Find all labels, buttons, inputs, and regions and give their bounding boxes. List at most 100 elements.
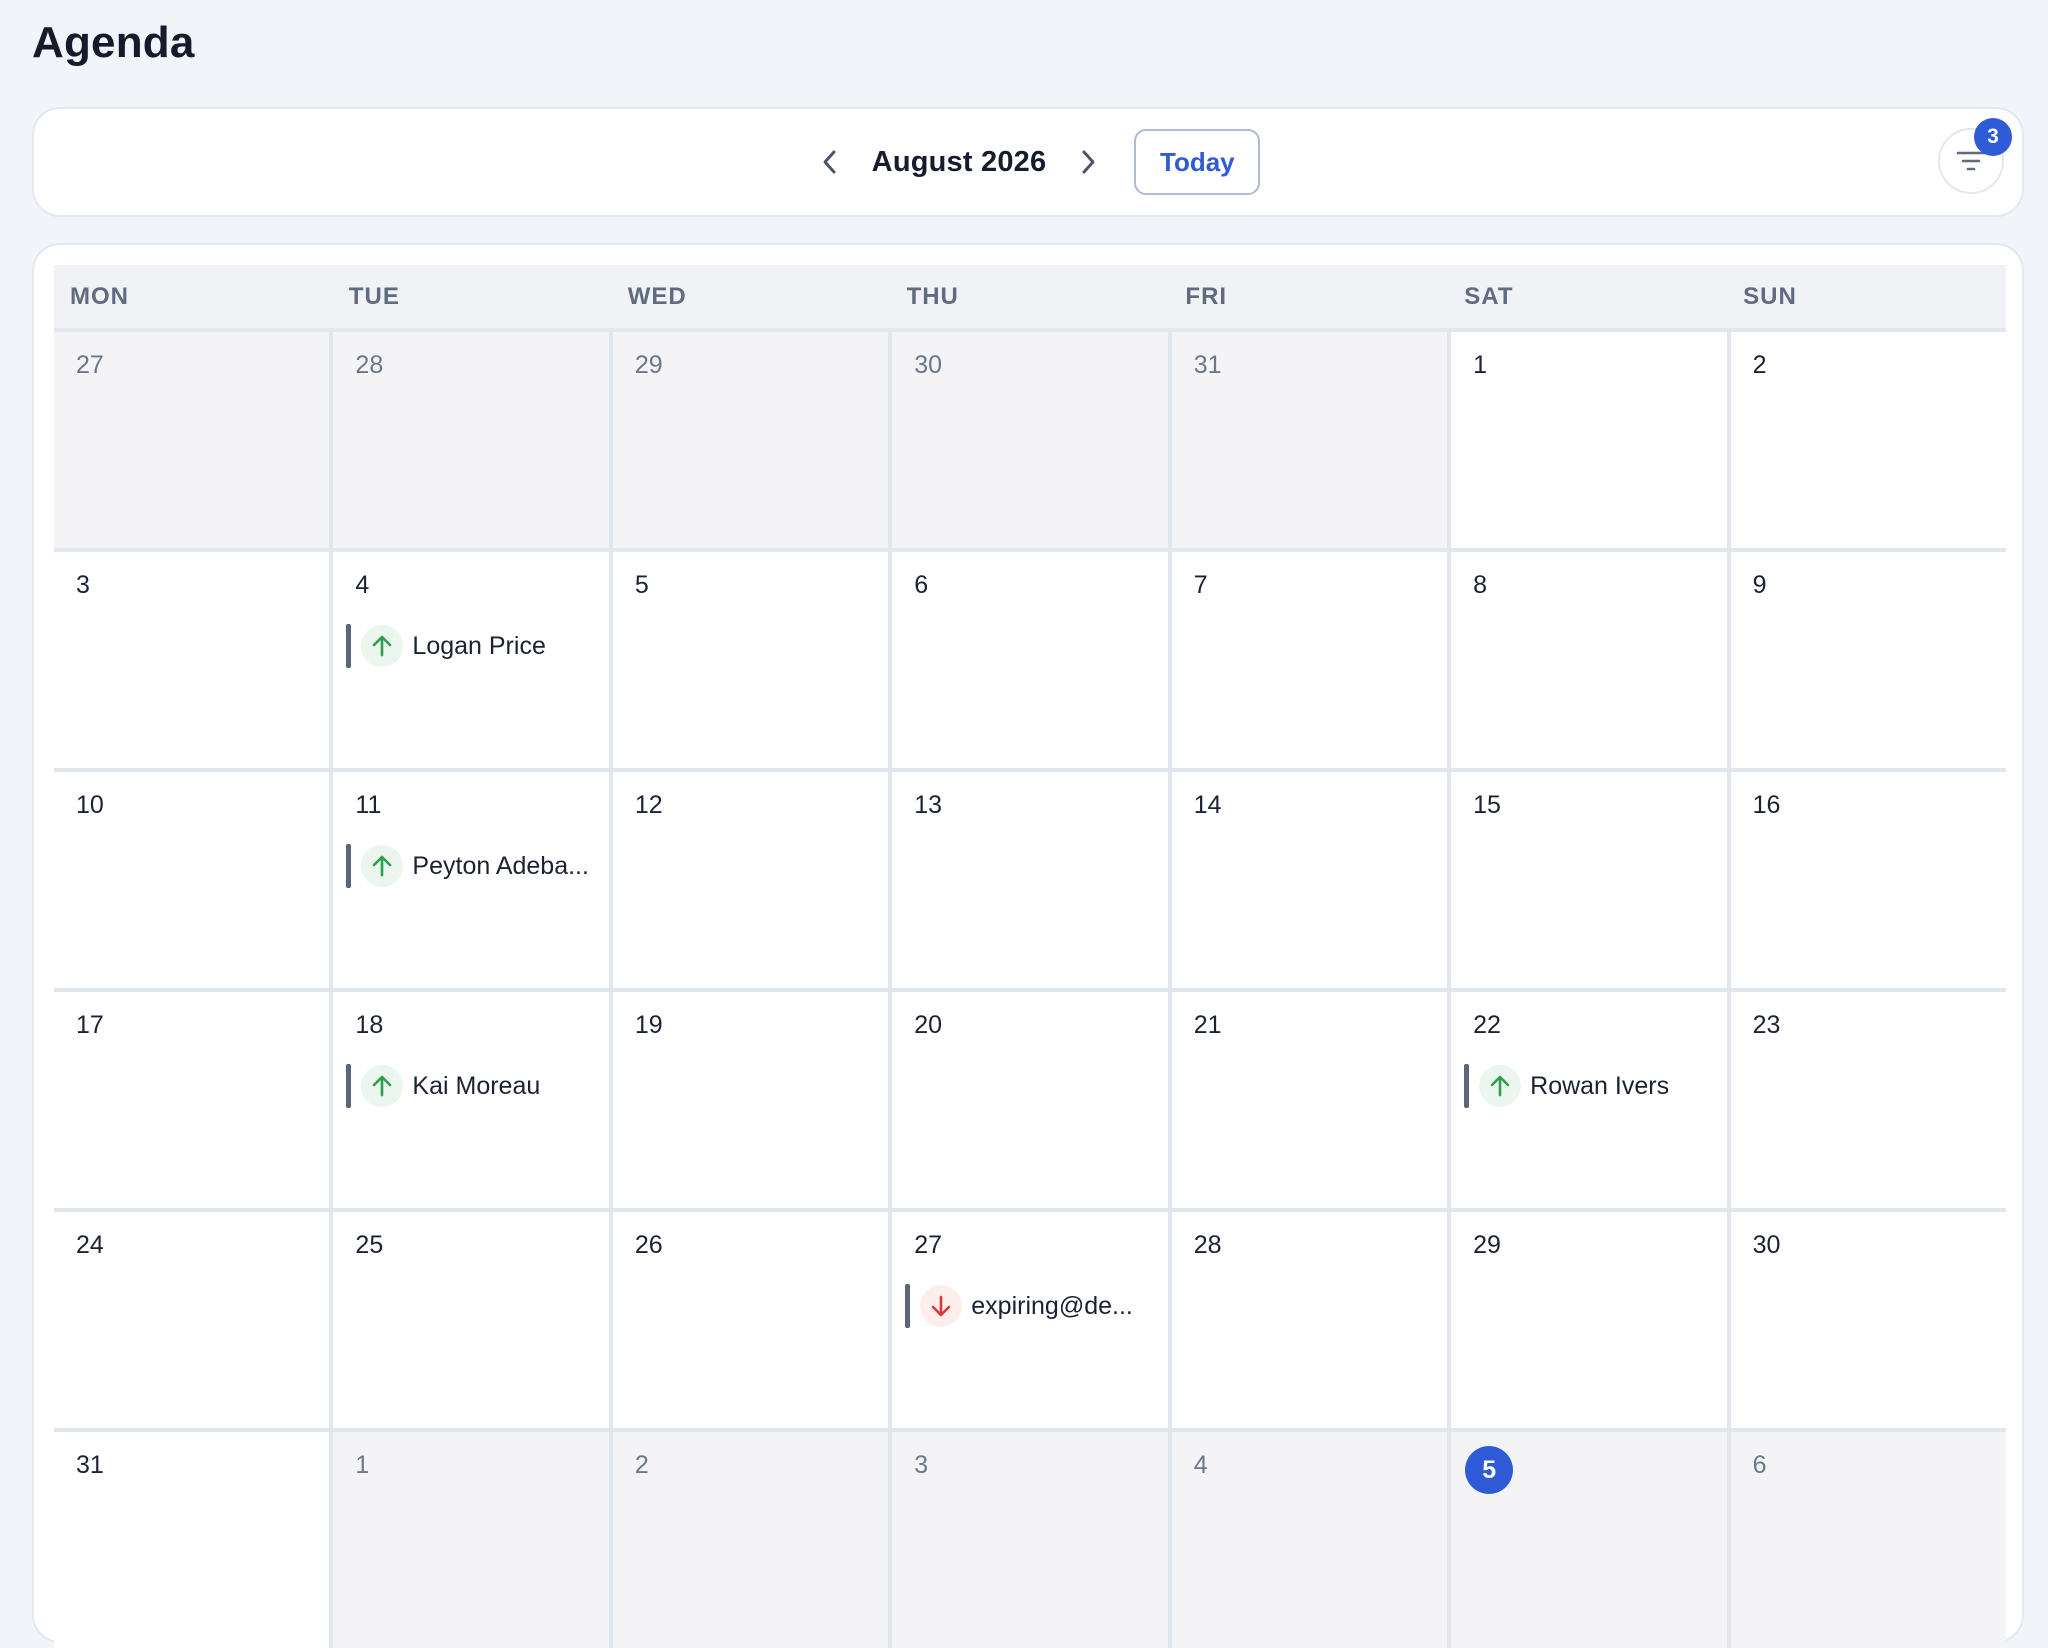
day-number: 18 [355,1011,384,1039]
calendar-day-cell[interactable]: 29 [612,332,889,548]
calendar-day-cell[interactable]: 3 [54,552,330,768]
event-indicator-bar [346,1064,352,1108]
calendar-day-cell[interactable]: 24 [54,1212,330,1428]
calendar-day-cell[interactable]: 21 [1171,992,1448,1208]
calendar-event[interactable]: Peyton Adeba... [346,844,600,888]
day-number: 15 [1473,791,1501,819]
calendar-day-cell[interactable]: 2 [1730,332,2006,548]
day-number: 2 [1752,351,1767,379]
arrow-down-icon [920,1285,963,1327]
day-number: 10 [76,791,104,819]
event-label: Peyton Adeba... [412,851,589,880]
month-navigation: August 2026 Today [34,109,2022,215]
event-indicator-bar [346,844,352,888]
calendar-day-cell[interactable]: 5 [612,552,889,768]
weekday-label: TUE [348,283,400,310]
calendar-day-cell[interactable]: 25 [333,1212,609,1428]
calendar-day-cell[interactable]: 28 [1171,1212,1448,1428]
day-number: 28 [1193,1231,1222,1259]
weekday-label: FRI [1185,283,1228,310]
calendar-day-cell[interactable]: 16 [1730,772,2006,988]
day-number: 3 [76,571,90,599]
calendar-day-cell[interactable]: 20 [892,992,1168,1208]
calendar-day-cell[interactable]: 1 [333,1432,609,1648]
day-number: 29 [634,351,663,379]
calendar-day-cell[interactable]: 23 [1730,992,2006,1208]
event-label: expiring@de... [971,1291,1133,1320]
calendar-day-cell[interactable]: 28 [333,332,609,548]
calendar-day-cell[interactable]: 31 [54,1432,330,1648]
calendar-day-cell[interactable]: 5 [1451,1432,1727,1648]
day-number: 23 [1752,1011,1781,1039]
arrow-up-icon [1479,1065,1522,1107]
calendar-event[interactable]: expiring@de... [905,1284,1159,1328]
calendar-day-cell[interactable]: 4 Logan Price [333,552,609,768]
calendar-day-cell[interactable]: 26 [612,1212,889,1428]
calendar-month-view: MON TUE WED THU FRI SAT SUN 27 28 29 30 31 1 2… [32,243,2024,1648]
calendar-day-cell[interactable]: 31 [1171,332,1448,548]
chevron-left-icon [823,150,836,174]
calendar-day-cell[interactable]: 7 [1171,552,1448,768]
calendar-day-cell[interactable]: 22 Rowan Ivers [1451,992,1727,1208]
calendar-day-cell[interactable]: 10 [54,772,330,988]
calendar-toolbar: August 2026 Today 3 [32,107,2024,217]
calendar-day-cell[interactable]: 19 [612,992,889,1208]
day-number: 27 [76,351,104,379]
day-number: 20 [914,1011,943,1039]
day-number: 27 [914,1231,943,1259]
calendar-day-cell[interactable]: 30 [892,332,1168,548]
calendar-day-cell[interactable]: 27 [54,332,330,548]
day-number: 31 [1193,351,1222,379]
calendar-event[interactable]: Rowan Ivers [1464,1064,1718,1108]
day-number: 1 [1473,351,1488,379]
day-number: 1 [355,1451,370,1479]
day-number: 17 [76,1011,104,1039]
next-month-button[interactable] [1068,142,1108,182]
calendar-day-cell[interactable]: 13 [892,772,1168,988]
calendar-day-cell[interactable]: 15 [1451,772,1727,988]
calendar-event[interactable]: Kai Moreau [346,1064,600,1108]
calendar-day-cell[interactable]: 3 [892,1432,1168,1648]
page-title: Agenda [32,18,195,67]
month-label: August 2026 [871,145,1047,178]
calendar-day-cell[interactable]: 9 [1730,552,2006,768]
day-number: 8 [1473,571,1488,599]
calendar-day-cell[interactable]: 1 [1451,332,1727,548]
calendar-day-cell[interactable]: 29 [1451,1212,1727,1428]
day-number: 19 [634,1011,663,1039]
calendar-day-cell[interactable]: 12 [612,772,889,988]
day-number: 31 [76,1451,104,1479]
today-button[interactable]: Today [1134,129,1261,195]
filter-button[interactable]: 3 [1938,118,2012,194]
event-label: Kai Moreau [412,1071,541,1100]
event-indicator-bar [1464,1064,1470,1108]
day-number: 13 [914,791,943,819]
day-number: 14 [1193,791,1222,819]
calendar-day-cell[interactable]: 30 [1730,1212,2006,1428]
calendar-day-cell[interactable]: 6 [1730,1432,2006,1648]
day-number: 2 [634,1451,649,1479]
calendar-day-cell[interactable]: 2 [612,1432,889,1648]
calendar-day-cell[interactable]: 17 [54,992,330,1208]
day-number: 29 [1473,1231,1501,1259]
day-number: 6 [914,571,929,599]
filter-count-badge: 3 [1974,118,2012,156]
event-label: Logan Price [412,631,546,660]
calendar-day-cell[interactable]: 4 [1171,1432,1448,1648]
day-number: 21 [1193,1011,1222,1039]
day-number: 12 [634,791,663,819]
calendar-day-cell[interactable]: 8 [1451,552,1727,768]
calendar-day-cell[interactable]: 6 [892,552,1168,768]
calendar-day-cell[interactable]: 11 Peyton Adeba... [333,772,609,988]
day-number: 6 [1752,1451,1767,1479]
day-number: 3 [914,1451,929,1479]
prev-month-button[interactable] [810,142,850,182]
day-number: 9 [1752,571,1767,599]
calendar-day-cell[interactable]: 27 expiring@de... [892,1212,1168,1428]
calendar-day-cell[interactable]: 18 Kai Moreau [333,992,609,1208]
chevron-right-icon [1082,150,1095,174]
calendar-event[interactable]: Logan Price [346,624,600,668]
day-number: 4 [355,571,370,599]
calendar-day-cell[interactable]: 14 [1171,772,1448,988]
day-number: 22 [1473,1011,1501,1039]
